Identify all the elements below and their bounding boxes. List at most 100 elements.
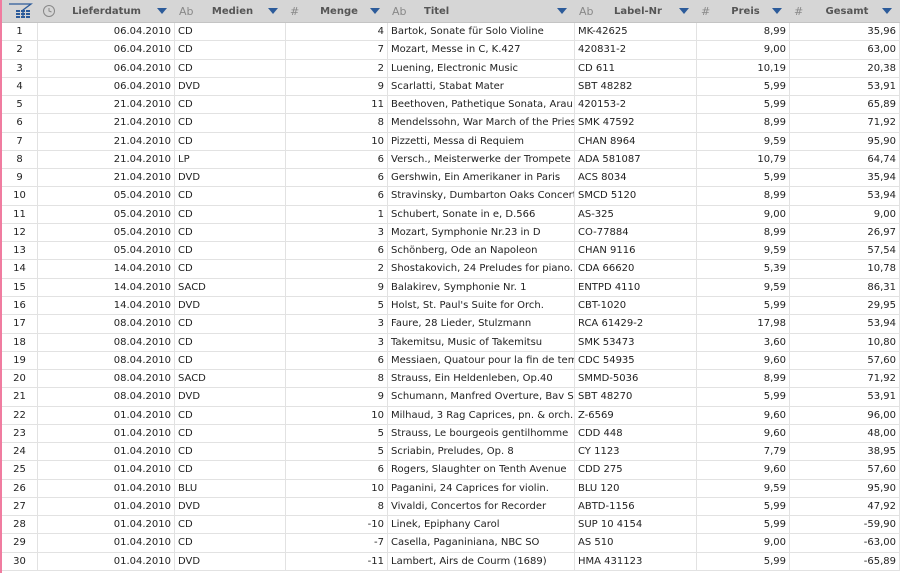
cell-lieferdatum[interactable]: 14.04.2010 bbox=[38, 260, 175, 278]
cell-preis[interactable]: 9,00 bbox=[697, 41, 790, 59]
cell-label-nr[interactable]: SBT 48270 bbox=[575, 388, 697, 406]
cell-titel[interactable]: Mozart, Symphonie Nr.23 in D bbox=[388, 223, 575, 242]
cell-titel[interactable]: Schumann, Manfred Overture, Bav SO bbox=[388, 388, 575, 406]
row-number[interactable]: 10 bbox=[2, 187, 38, 205]
cell-gesamt[interactable]: 53,91 bbox=[790, 388, 900, 406]
cell-menge[interactable]: 3 bbox=[286, 315, 388, 333]
cell-menge[interactable]: 2 bbox=[286, 260, 388, 278]
cell-lieferdatum[interactable]: 21.04.2010 bbox=[38, 114, 175, 132]
cell-titel[interactable]: Strauss, Ein Heldenleben, Op.40 bbox=[388, 370, 575, 388]
cell-titel[interactable]: Gershwin, Ein Amerikaner in Paris bbox=[388, 169, 575, 187]
cell-titel[interactable]: Linek, Epiphany Carol bbox=[388, 516, 575, 534]
table-row[interactable]: 10 05.04.2010 CD 6 Stravinsky, Dumbarton Oak… bbox=[2, 187, 900, 206]
cell-gesamt[interactable]: 38,95 bbox=[790, 443, 900, 461]
cell-lieferdatum[interactable]: 21.04.2010 bbox=[38, 132, 175, 150]
cell-label-nr[interactable]: RCA 61429-2 bbox=[575, 315, 697, 333]
cell-preis[interactable]: 5,99 bbox=[697, 388, 790, 406]
cell-gesamt[interactable]: 9,00 bbox=[790, 205, 900, 223]
cell-lieferdatum[interactable]: 08.04.2010 bbox=[38, 315, 175, 333]
cell-medien[interactable]: CD bbox=[175, 223, 286, 242]
row-number[interactable]: 23 bbox=[2, 424, 38, 443]
cell-lieferdatum[interactable]: 21.04.2010 bbox=[38, 150, 175, 169]
cell-preis[interactable]: 5,99 bbox=[697, 497, 790, 516]
cell-titel[interactable]: Milhaud, 3 Rag Caprices, pn. & orch. bbox=[388, 406, 575, 424]
cell-medien[interactable]: CD bbox=[175, 187, 286, 205]
cell-lieferdatum[interactable]: 05.04.2010 bbox=[38, 187, 175, 205]
cell-label-nr[interactable]: ADA 581087 bbox=[575, 150, 697, 169]
column-header-label-nr[interactable]: Ab Label-Nr bbox=[575, 0, 697, 22]
row-number[interactable]: 4 bbox=[2, 77, 38, 96]
row-number[interactable]: 28 bbox=[2, 516, 38, 534]
cell-preis[interactable]: 10,19 bbox=[697, 59, 790, 77]
table-menu-button[interactable] bbox=[2, 0, 38, 22]
row-number[interactable]: 20 bbox=[2, 370, 38, 388]
cell-titel[interactable]: Schubert, Sonate in e, D.566 bbox=[388, 205, 575, 223]
cell-label-nr[interactable]: 420831-2 bbox=[575, 41, 697, 59]
cell-gesamt[interactable]: 71,92 bbox=[790, 114, 900, 132]
row-number[interactable]: 24 bbox=[2, 443, 38, 461]
table-row[interactable]: 21 08.04.2010 DVD 9 Schumann, Manfred Overtu… bbox=[2, 388, 900, 407]
cell-lieferdatum[interactable]: 01.04.2010 bbox=[38, 406, 175, 424]
cell-gesamt[interactable]: 53,91 bbox=[790, 77, 900, 96]
cell-preis[interactable]: 9,59 bbox=[697, 242, 790, 260]
cell-label-nr[interactable]: MK-42625 bbox=[575, 23, 697, 41]
cell-menge[interactable]: -7 bbox=[286, 534, 388, 552]
cell-titel[interactable]: Bartok, Sonate für Solo Violine bbox=[388, 23, 575, 41]
sort-dropdown-icon[interactable] bbox=[268, 8, 278, 14]
cell-titel[interactable]: Scriabin, Preludes, Op. 8 bbox=[388, 443, 575, 461]
table-row[interactable]: 29 01.04.2010 CD -7 Casella, Paganiniana, NB… bbox=[2, 534, 900, 553]
cell-medien[interactable]: CD bbox=[175, 132, 286, 150]
cell-gesamt[interactable]: 53,94 bbox=[790, 187, 900, 205]
cell-preis[interactable]: 9,60 bbox=[697, 406, 790, 424]
cell-preis[interactable]: 7,79 bbox=[697, 443, 790, 461]
table-row[interactable]: 28 01.04.2010 CD -10 Linek, Epiphany Carol SU… bbox=[2, 516, 900, 535]
table-row[interactable]: 26 01.04.2010 BLU 10 Paganini, 24 Caprices f… bbox=[2, 479, 900, 498]
cell-gesamt[interactable]: 26,97 bbox=[790, 223, 900, 242]
sort-dropdown-icon[interactable] bbox=[157, 8, 167, 14]
table-row[interactable]: 30 01.04.2010 DVD -11 Lambert, Airs de Courm… bbox=[2, 552, 900, 571]
table-row[interactable]: 18 08.04.2010 CD 3 Takemitsu, Music of Takem… bbox=[2, 333, 900, 352]
table-row[interactable]: 15 14.04.2010 SACD 9 Balakirev, Symphonie Nr… bbox=[2, 278, 900, 297]
cell-preis[interactable]: 8,99 bbox=[697, 114, 790, 132]
row-number[interactable]: 5 bbox=[2, 96, 38, 114]
cell-titel[interactable]: Rogers, Slaughter on Tenth Avenue bbox=[388, 461, 575, 479]
cell-medien[interactable]: DVD bbox=[175, 77, 286, 96]
cell-preis[interactable]: 5,39 bbox=[697, 260, 790, 278]
table-row[interactable]: 25 01.04.2010 CD 6 Rogers, Slaughter on Tent… bbox=[2, 461, 900, 480]
cell-label-nr[interactable]: SMK 47592 bbox=[575, 114, 697, 132]
cell-lieferdatum[interactable]: 05.04.2010 bbox=[38, 205, 175, 223]
cell-label-nr[interactable]: Z-6569 bbox=[575, 406, 697, 424]
cell-lieferdatum[interactable]: 01.04.2010 bbox=[38, 479, 175, 497]
cell-titel[interactable]: Beethoven, Pathetique Sonata, Arau bbox=[388, 96, 575, 114]
row-number[interactable]: 30 bbox=[2, 552, 38, 570]
cell-preis[interactable]: 17,98 bbox=[697, 315, 790, 333]
cell-menge[interactable]: 6 bbox=[286, 242, 388, 260]
cell-gesamt[interactable]: 96,00 bbox=[790, 406, 900, 424]
cell-medien[interactable]: DVD bbox=[175, 552, 286, 570]
cell-menge[interactable]: 3 bbox=[286, 223, 388, 242]
sort-dropdown-icon[interactable] bbox=[882, 8, 892, 14]
cell-menge[interactable]: 8 bbox=[286, 497, 388, 516]
cell-menge[interactable]: 10 bbox=[286, 132, 388, 150]
cell-medien[interactable]: CD bbox=[175, 534, 286, 552]
cell-lieferdatum[interactable]: 14.04.2010 bbox=[38, 296, 175, 315]
cell-menge[interactable]: 2 bbox=[286, 59, 388, 77]
cell-lieferdatum[interactable]: 08.04.2010 bbox=[38, 370, 175, 388]
cell-preis[interactable]: 5,99 bbox=[697, 552, 790, 570]
row-number[interactable]: 27 bbox=[2, 497, 38, 516]
cell-label-nr[interactable]: CD 611 bbox=[575, 59, 697, 77]
row-number[interactable]: 26 bbox=[2, 479, 38, 497]
cell-medien[interactable]: CD bbox=[175, 114, 286, 132]
table-row[interactable]: 9 21.04.2010 DVD 6 Gershwin, Ein Amerikaner … bbox=[2, 169, 900, 188]
cell-medien[interactable]: CD bbox=[175, 59, 286, 77]
cell-menge[interactable]: 5 bbox=[286, 296, 388, 315]
cell-gesamt[interactable]: 53,94 bbox=[790, 315, 900, 333]
cell-preis[interactable]: 5,99 bbox=[697, 96, 790, 114]
cell-gesamt[interactable]: -65,89 bbox=[790, 552, 900, 570]
cell-medien[interactable]: CD bbox=[175, 516, 286, 534]
cell-label-nr[interactable]: CDD 448 bbox=[575, 424, 697, 443]
cell-medien[interactable]: CD bbox=[175, 333, 286, 351]
cell-titel[interactable]: Mozart, Messe in C, K.427 bbox=[388, 41, 575, 59]
cell-titel[interactable]: Mendelssohn, War March of the Priests bbox=[388, 114, 575, 132]
table-row[interactable]: 20 08.04.2010 SACD 8 Strauss, Ein Heldenlebe… bbox=[2, 370, 900, 389]
